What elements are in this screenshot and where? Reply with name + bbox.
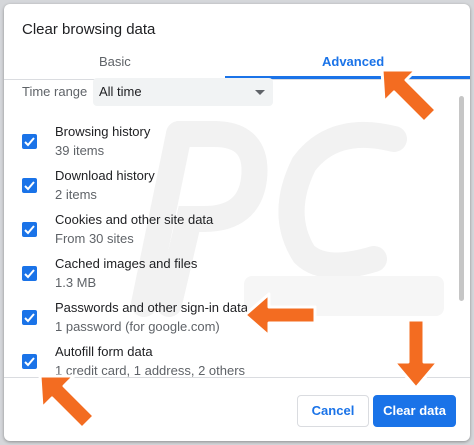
- time-range-value: All time: [99, 84, 142, 99]
- checkmark-icon: [24, 269, 35, 279]
- checkbox-download-history[interactable]: [22, 178, 37, 193]
- checkbox-cached-images[interactable]: [22, 266, 37, 281]
- item-detail: 39 items: [55, 143, 105, 158]
- checkbox-browsing-history[interactable]: [22, 134, 37, 149]
- item-label: Passwords and other sign-in data: [55, 300, 248, 315]
- scrollbar-thumb[interactable]: [459, 96, 464, 301]
- list-item-cached-images[interactable]: Cached images and files 1.3 MB: [4, 256, 444, 298]
- item-detail: 1.3 MB: [55, 275, 97, 290]
- list-item-browsing-history[interactable]: Browsing history 39 items: [4, 124, 444, 166]
- checkmark-icon: [24, 225, 35, 235]
- item-detail: 1 password (for google.com): [55, 319, 220, 334]
- checkmark-icon: [24, 181, 35, 191]
- list-item-autofill[interactable]: Autofill form data 1 credit card, 1 addr…: [4, 344, 444, 386]
- checkbox-autofill[interactable]: [22, 354, 37, 369]
- item-label: Autofill form data: [55, 344, 153, 359]
- checkmark-icon: [24, 313, 35, 323]
- time-range-label: Time range: [22, 84, 88, 99]
- item-label: Browsing history: [55, 124, 151, 139]
- checkbox-passwords[interactable]: [22, 310, 37, 325]
- item-label: Cookies and other site data: [55, 212, 214, 227]
- checkbox-cookies[interactable]: [22, 222, 37, 237]
- item-label: Download history: [55, 168, 155, 183]
- dialog-title: Clear browsing data: [22, 21, 156, 38]
- clear-data-button[interactable]: Clear data: [373, 395, 456, 427]
- item-detail: 1 credit card, 1 address, 2 others: [55, 363, 246, 378]
- footer-divider: [4, 377, 470, 378]
- checkmark-icon: [24, 137, 35, 147]
- tab-basic[interactable]: Basic: [99, 54, 131, 69]
- item-detail: From 30 sites: [55, 231, 134, 246]
- list-item-passwords[interactable]: Passwords and other sign-in data 1 passw…: [4, 300, 444, 342]
- list-item-cookies[interactable]: Cookies and other site data From 30 site…: [4, 212, 444, 254]
- checkmark-icon: [24, 357, 35, 367]
- cancel-button[interactable]: Cancel: [297, 395, 369, 427]
- tab-advanced[interactable]: Advanced: [322, 54, 384, 69]
- time-range-select[interactable]: All time: [93, 78, 273, 106]
- clear-browsing-data-dialog: Clear browsing data Basic Advanced Time …: [4, 4, 470, 441]
- item-detail: 2 items: [55, 187, 97, 202]
- item-label: Cached images and files: [55, 256, 198, 271]
- list-item-download-history[interactable]: Download history 2 items: [4, 168, 444, 210]
- chevron-down-icon: [255, 90, 265, 95]
